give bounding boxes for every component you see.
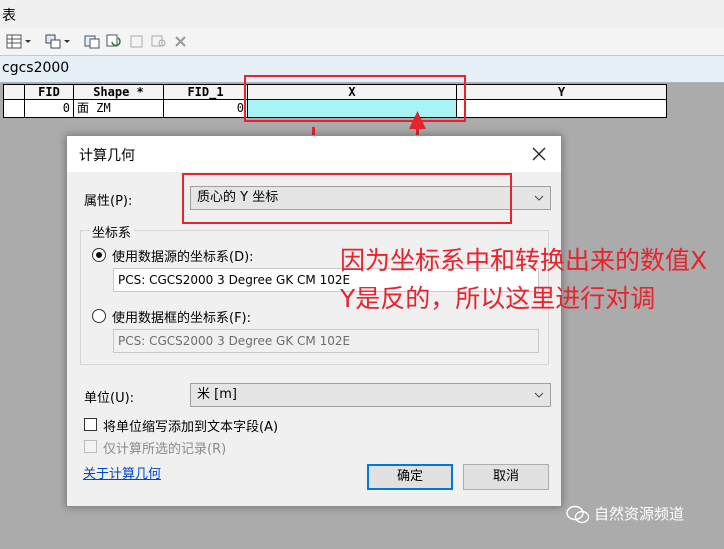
table-options-icon[interactable]: [6, 34, 22, 49]
x-column-highlight: [244, 75, 466, 122]
window-title: 表: [2, 8, 16, 24]
zoom-to-selected-icon[interactable]: [151, 34, 167, 49]
cell-fid-1[interactable]: 0: [163, 100, 248, 118]
unit-select[interactable]: 米 [m]: [190, 383, 551, 407]
radio-frame-coords[interactable]: [92, 309, 106, 323]
column-header-y[interactable]: Y: [456, 84, 667, 100]
chevron-down-icon[interactable]: [24, 34, 32, 49]
ok-button[interactable]: 确定: [367, 464, 453, 490]
table-tab-label: cgcs2000: [2, 60, 70, 76]
radio-source-coords[interactable]: [92, 248, 106, 262]
property-label: 属性(P):: [84, 194, 133, 209]
dialog-titlebar: 计算几何: [67, 136, 561, 172]
coord-group-label: 坐标系: [89, 222, 135, 241]
annotation-text: 因为坐标系中和转换出来的数值X Y是反的，所以这里进行对调: [340, 246, 708, 313]
select-by-attributes-icon[interactable]: [84, 34, 100, 49]
frame-coords-field: PCS: CGCS2000 3 Degree GK CM 102E: [113, 329, 539, 353]
row-selector[interactable]: [3, 100, 25, 118]
add-abbrev-label: 将单位缩写添加到文本字段(A): [103, 420, 279, 435]
watermark-text: 自然资源频道: [594, 505, 685, 523]
close-icon[interactable]: [527, 142, 551, 166]
dialog-title: 计算几何: [79, 148, 135, 164]
option-frame-label: 使用数据框的坐标系(F):: [112, 311, 252, 326]
property-highlight: [182, 173, 512, 224]
column-header-fid[interactable]: FID: [24, 84, 74, 100]
delete-icon[interactable]: [173, 34, 189, 49]
related-tables-icon[interactable]: [45, 34, 61, 49]
switch-selection-icon[interactable]: [106, 34, 122, 49]
selected-only-checkbox[interactable]: [84, 440, 97, 453]
window-titlebar: 表: [0, 0, 724, 29]
option-source-label: 使用数据源的坐标系(D):: [112, 250, 254, 265]
chevron-down-icon: [534, 195, 544, 201]
column-header-fid-1[interactable]: FID_1: [163, 84, 248, 100]
wechat-logo-icon: [566, 505, 590, 524]
table-toolbar: [0, 28, 724, 56]
unit-label: 单位(U):: [84, 391, 135, 406]
chevron-down-icon: [534, 392, 544, 398]
column-header-shape[interactable]: Shape *: [73, 84, 164, 100]
clear-selection-icon[interactable]: [129, 34, 145, 49]
row-selector-header[interactable]: [3, 84, 25, 100]
selected-only-label: 仅计算所选的记录(R): [103, 442, 227, 457]
cell-fid[interactable]: 0: [24, 100, 74, 118]
about-calculate-geometry-link[interactable]: 关于计算几何: [83, 463, 161, 482]
cancel-button[interactable]: 取消: [463, 464, 549, 490]
add-abbrev-checkbox[interactable]: [84, 418, 97, 431]
unit-value: 米 [m]: [197, 387, 237, 402]
cell-y[interactable]: [456, 100, 667, 118]
cell-shape[interactable]: 面 ZM: [73, 100, 164, 118]
chevron-down-icon[interactable]: [63, 34, 71, 49]
